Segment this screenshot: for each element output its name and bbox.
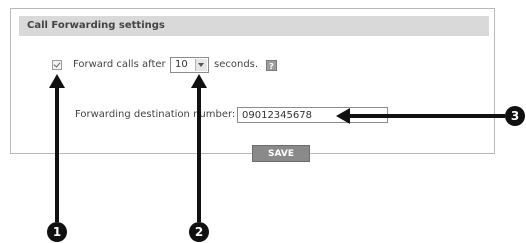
callout-arrowhead-2 — [191, 74, 207, 88]
callout-badge-3: 3 — [505, 106, 525, 126]
callout-arrowhead-3 — [336, 108, 350, 124]
callout-arrowhead-1 — [49, 74, 65, 88]
callout-badge-2: 2 — [189, 222, 209, 242]
callout-arrows — [49, 74, 505, 222]
callout-badge-1: 1 — [47, 222, 67, 242]
